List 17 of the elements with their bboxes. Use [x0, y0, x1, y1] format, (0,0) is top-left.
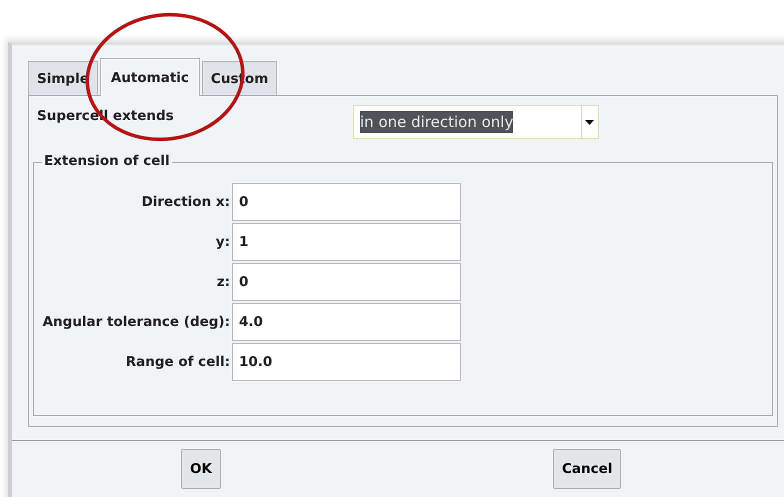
cancel-button[interactable]: Cancel [553, 449, 622, 489]
dropdown-value: in one direction only [360, 111, 514, 133]
input-field[interactable]: 0 [232, 263, 461, 301]
field-label: Range of cell: [124, 354, 231, 370]
caret-icon [585, 120, 594, 124]
extension-dropdown[interactable]: in one direction only [353, 105, 599, 139]
field-label: y: [214, 234, 231, 250]
input-field[interactable]: 10.0 [232, 343, 461, 381]
field-label: z: [216, 274, 231, 290]
field-label: Direction x: [140, 194, 231, 210]
input-field[interactable]: 0 [232, 183, 461, 221]
tab[interactable]: Simple [28, 61, 98, 95]
field-label: Angular tolerance (deg): [42, 314, 231, 330]
tab[interactable]: Automatic [100, 58, 200, 96]
input-field[interactable]: 4.0 [232, 303, 461, 341]
input-field[interactable]: 1 [232, 223, 461, 261]
ok-button[interactable]: OK [181, 449, 221, 489]
